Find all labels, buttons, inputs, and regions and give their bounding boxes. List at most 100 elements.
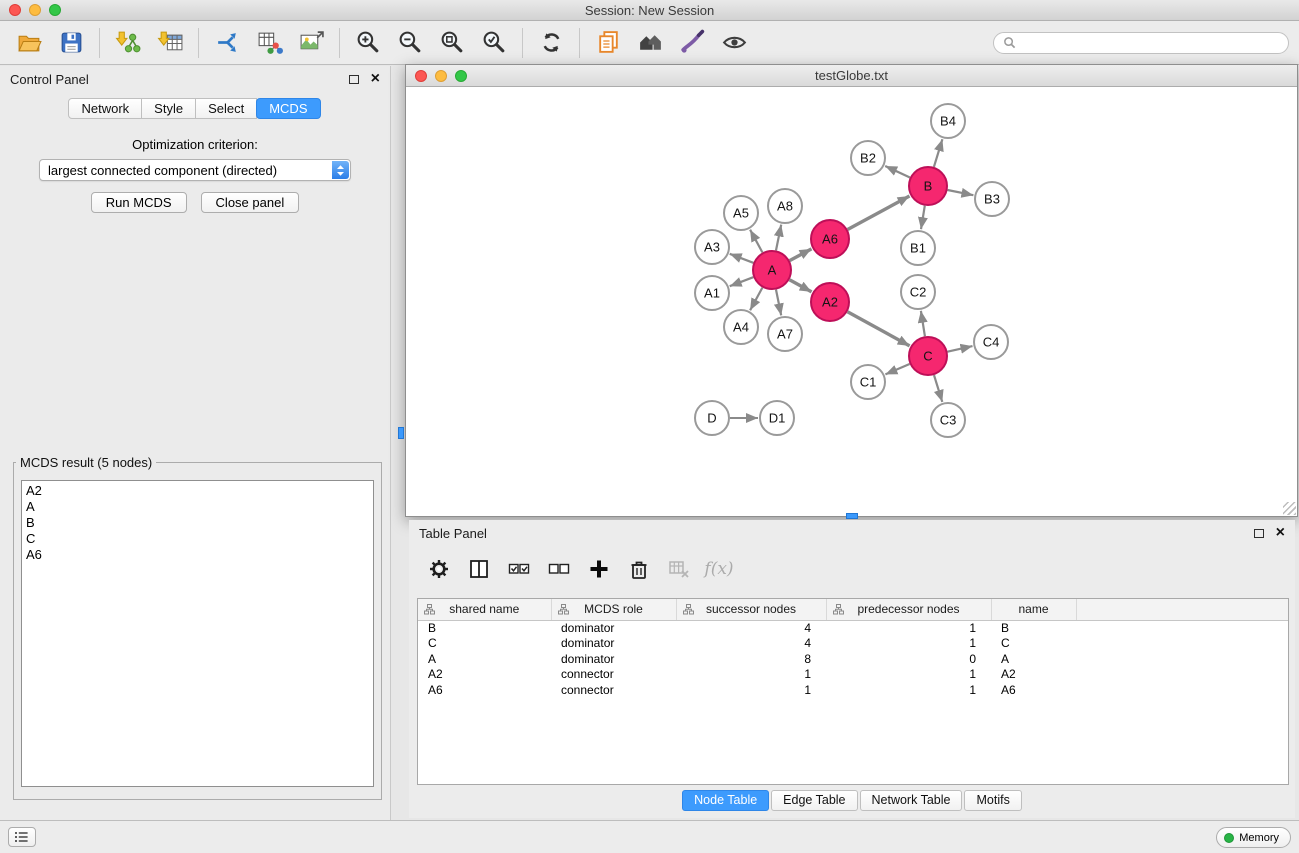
- split-handle-vertical[interactable]: [398, 427, 404, 439]
- table-cell[interactable]: dominator: [551, 620, 676, 636]
- deselect-all-rows-button[interactable]: [541, 552, 577, 586]
- memory-button[interactable]: Memory: [1216, 827, 1291, 848]
- graph-edge-B-B3[interactable]: [948, 190, 974, 195]
- export-image-button[interactable]: [290, 24, 332, 62]
- refresh-button[interactable]: [530, 24, 572, 62]
- zoom-window-button[interactable]: [49, 4, 61, 16]
- tab-edge-table[interactable]: Edge Table: [771, 790, 857, 811]
- search-box[interactable]: [993, 32, 1289, 54]
- apply-function-button[interactable]: f(x): [701, 552, 737, 586]
- network-graph[interactable]: B4B2BB3A5A8A6B1A3AA1C2A2A4A7C4CC1C3DD1: [406, 87, 1297, 516]
- save-session-button[interactable]: [50, 24, 92, 62]
- mcds-result-item[interactable]: C: [22, 531, 373, 547]
- graph-edge-C-C3[interactable]: [934, 375, 942, 402]
- delete-table-button[interactable]: [661, 552, 697, 586]
- table-row[interactable]: A2connector11A2: [418, 667, 1288, 683]
- run-mcds-button[interactable]: Run MCDS: [91, 192, 187, 213]
- graph-edge-B-B1[interactable]: [921, 206, 925, 230]
- close-window-button[interactable]: [9, 4, 21, 16]
- table-cell[interactable]: B: [991, 620, 1076, 636]
- column-header-predecessor-nodes[interactable]: predecessor nodes: [826, 599, 991, 620]
- minimize-window-button[interactable]: [29, 4, 41, 16]
- table-cell[interactable]: A2: [418, 667, 551, 683]
- table-cell[interactable]: A6: [991, 682, 1076, 698]
- table-cell[interactable]: dominator: [551, 636, 676, 652]
- graph-edge-C-C2[interactable]: [921, 311, 925, 336]
- tab-node-table[interactable]: Node Table: [682, 790, 769, 811]
- tab-style[interactable]: Style: [141, 98, 196, 119]
- table-cell[interactable]: dominator: [551, 651, 676, 667]
- tab-network-table[interactable]: Network Table: [860, 790, 963, 811]
- open-file-button[interactable]: [8, 24, 50, 62]
- graph-edge-C-C4[interactable]: [948, 346, 973, 352]
- zoom-out-button[interactable]: [389, 24, 431, 62]
- close-table-panel-icon[interactable]: ×: [1276, 528, 1285, 538]
- minimize-network-window-button[interactable]: [435, 70, 447, 82]
- mcds-result-list[interactable]: A2ABCA6: [21, 480, 374, 787]
- table-cell[interactable]: connector: [551, 667, 676, 683]
- table-cell[interactable]: 1: [826, 620, 991, 636]
- column-header-shared-name[interactable]: shared name: [418, 599, 551, 620]
- tab-select[interactable]: Select: [195, 98, 257, 119]
- table-cell[interactable]: B: [418, 620, 551, 636]
- zoom-fit-button[interactable]: [431, 24, 473, 62]
- close-network-window-button[interactable]: [415, 70, 427, 82]
- tab-network[interactable]: Network: [68, 98, 142, 119]
- close-panel-button[interactable]: Close panel: [201, 192, 300, 213]
- table-cell[interactable]: 8: [676, 651, 826, 667]
- table-cell[interactable]: connector: [551, 682, 676, 698]
- graph-edge-B-B4[interactable]: [934, 139, 943, 167]
- table-cell[interactable]: A2: [991, 667, 1076, 683]
- graph-edge-A-A2[interactable]: [790, 280, 812, 292]
- optimization-dropdown[interactable]: largest connected component (directed): [39, 159, 351, 181]
- table-cell[interactable]: 1: [826, 667, 991, 683]
- delete-column-button[interactable]: [621, 552, 657, 586]
- split-handle-horizontal[interactable]: [846, 513, 858, 519]
- table-cell[interactable]: 1: [676, 667, 826, 683]
- column-header-mcds-role[interactable]: MCDS role: [551, 599, 676, 620]
- graph-edge-A-A3[interactable]: [730, 254, 754, 263]
- select-columns-button[interactable]: [461, 552, 497, 586]
- float-panel-icon[interactable]: [349, 75, 359, 84]
- graph-edge-A-A1[interactable]: [730, 277, 754, 286]
- table-cell[interactable]: A: [991, 651, 1076, 667]
- table-cell[interactable]: 0: [826, 651, 991, 667]
- table-row[interactable]: Adominator80A: [418, 651, 1288, 667]
- table-row[interactable]: Bdominator41B: [418, 620, 1288, 636]
- table-cell[interactable]: 1: [826, 682, 991, 698]
- graph-edge-A-A4[interactable]: [750, 288, 762, 311]
- mcds-result-item[interactable]: A6: [22, 547, 373, 563]
- mcds-result-item[interactable]: A: [22, 499, 373, 515]
- zoom-network-window-button[interactable]: [455, 70, 467, 82]
- graph-edge-A-A7[interactable]: [776, 290, 781, 316]
- graph-edge-C-C1[interactable]: [885, 364, 909, 374]
- mcds-result-item[interactable]: B: [22, 515, 373, 531]
- style-button[interactable]: [671, 24, 713, 62]
- graph-edge-A-A6[interactable]: [790, 249, 812, 261]
- table-row[interactable]: A6connector11A6: [418, 682, 1288, 698]
- table-settings-button[interactable]: [421, 552, 457, 586]
- export-network-button[interactable]: [206, 24, 248, 62]
- graph-edge-A2-C[interactable]: [848, 312, 910, 346]
- table-row[interactable]: Cdominator41C: [418, 636, 1288, 652]
- table-cell[interactable]: 1: [826, 636, 991, 652]
- search-input[interactable]: [1022, 36, 1279, 50]
- zoom-in-button[interactable]: [347, 24, 389, 62]
- zoom-selected-button[interactable]: [473, 24, 515, 62]
- import-table-button[interactable]: [149, 24, 191, 62]
- show-graphics-details-button[interactable]: [713, 24, 755, 62]
- select-all-rows-button[interactable]: [501, 552, 537, 586]
- tab-motifs[interactable]: Motifs: [964, 790, 1021, 811]
- table-cell[interactable]: 4: [676, 636, 826, 652]
- tab-mcds[interactable]: MCDS: [256, 98, 320, 119]
- close-panel-icon[interactable]: ×: [371, 74, 380, 84]
- float-table-panel-icon[interactable]: [1254, 529, 1264, 538]
- graph-edge-A-A8[interactable]: [776, 225, 781, 251]
- table-cell[interactable]: C: [418, 636, 551, 652]
- graph-edge-B-B2[interactable]: [885, 166, 910, 178]
- column-header-name[interactable]: name: [991, 599, 1076, 620]
- graph-edge-A-A5[interactable]: [750, 230, 762, 253]
- table-cell[interactable]: C: [991, 636, 1076, 652]
- home-button[interactable]: [629, 24, 671, 62]
- export-table-button[interactable]: [248, 24, 290, 62]
